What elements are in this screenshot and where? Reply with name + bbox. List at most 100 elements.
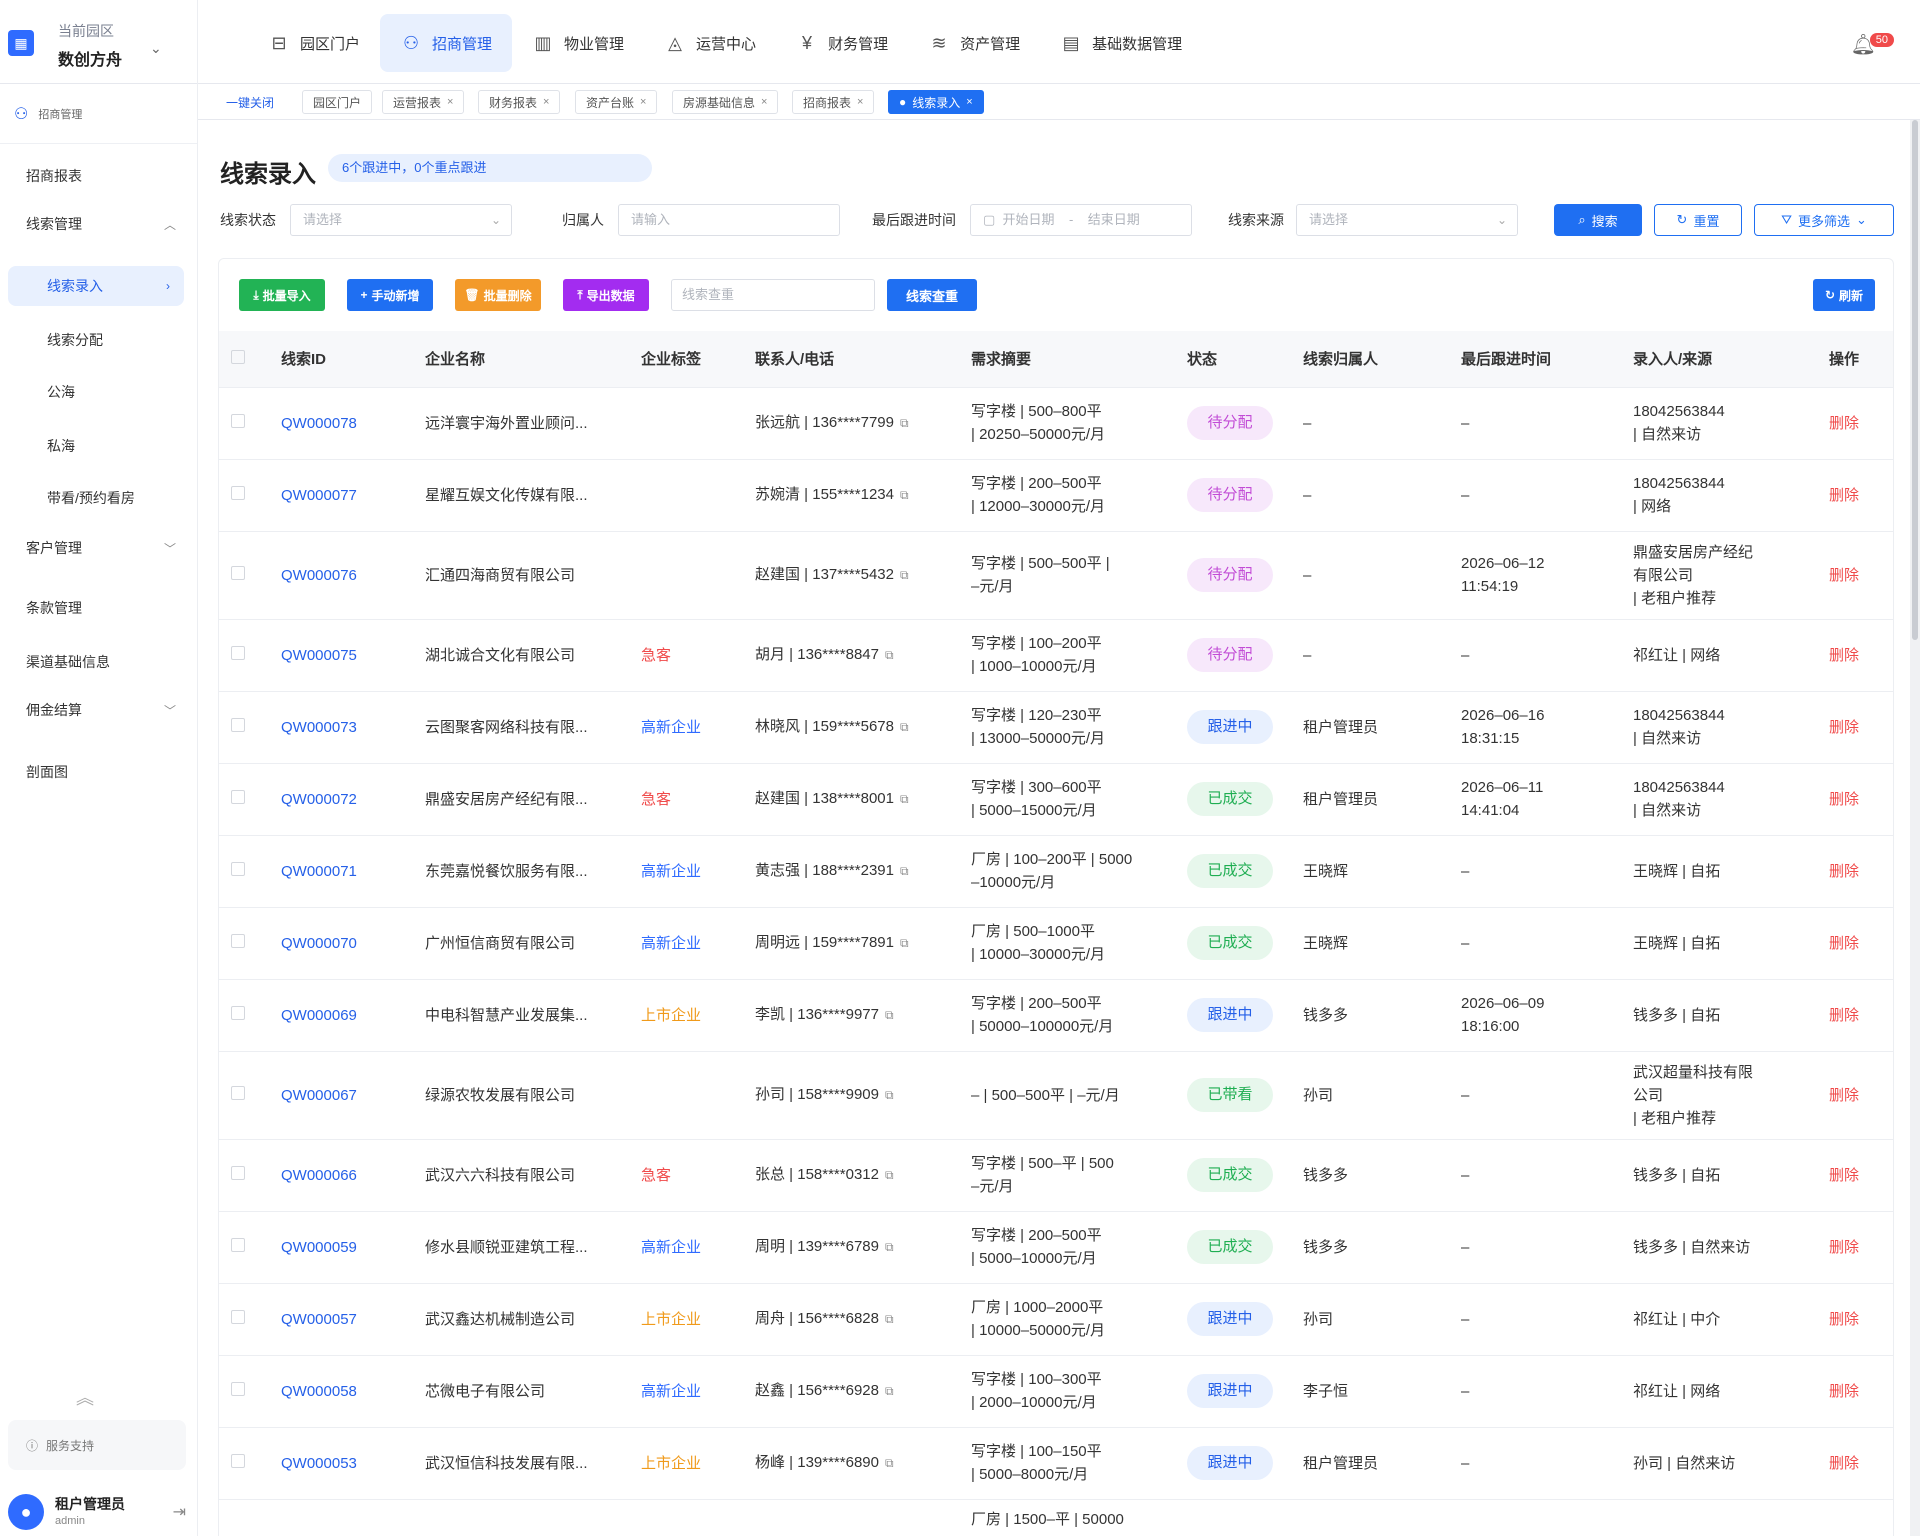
support-button[interactable]: ⓘ 服务支持 [8, 1420, 186, 1470]
lead-id-link[interactable]: QW000058 [281, 1383, 357, 1400]
copy-icon[interactable]: ⧉ [900, 568, 909, 582]
nav-item-portal[interactable]: ⊟ 园区门户 [248, 14, 380, 72]
tab-finance-report[interactable]: 财务报表 × [478, 90, 561, 114]
lead-id-link[interactable]: QW000073 [281, 719, 357, 736]
sidebar-item-lead-entry[interactable]: 线索录入 › [8, 266, 184, 306]
row-checkbox[interactable] [231, 1237, 245, 1252]
table-row[interactable]: QW000078 远洋寰宇海外置业顾问... 张远航 | 136****7799 ⧉ 写… [219, 387, 1893, 460]
table-row[interactable]: QW000070 广州恒信商贸有限公司 高新企业 周明远 | 159****7891 ⧉… [219, 907, 1893, 980]
table-row[interactable]: QW000076 汇通四海商贸有限公司 赵建国 | 137****5432 ⧉ 写字楼 … [219, 531, 1893, 620]
lead-id-link[interactable]: QW000071 [281, 863, 357, 880]
row-checkbox[interactable] [231, 565, 245, 580]
lead-id-link[interactable]: QW000075 [281, 647, 357, 664]
delete-link[interactable]: 删除 [1829, 1239, 1859, 1256]
copy-icon[interactable]: ⧉ [885, 1456, 894, 1470]
copy-icon[interactable]: ⧉ [885, 1088, 894, 1102]
select-all-checkbox[interactable] [231, 349, 245, 364]
copy-icon[interactable]: ⧉ [885, 1312, 894, 1326]
row-checkbox[interactable] [231, 485, 245, 500]
table-row[interactable]: QW000067 绿源农牧发展有限公司 孙司 | 158****9909 ⧉ – | 5… [219, 1051, 1893, 1140]
dedup-button[interactable]: 线索查重 [887, 279, 977, 311]
tab-asset-ledger[interactable]: 资产台账 × [575, 90, 658, 114]
copy-icon[interactable]: ⧉ [885, 1168, 894, 1182]
date-range-picker[interactable]: ▢ 开始日期 - 结束日期 [970, 204, 1192, 236]
export-button[interactable]: ⤒ 导出数据 [563, 279, 649, 311]
table-row[interactable]: QW000057 武汉鑫达机械制造公司 上市企业 周舟 | 156****6828 ⧉ 厂… [219, 1283, 1893, 1356]
lead-id-link[interactable]: QW000053 [281, 1455, 357, 1472]
close-icon[interactable]: × [640, 96, 646, 108]
table-row[interactable]: QW000077 星耀互娱文化传媒有限... 苏婉清 | 155****1234 ⧉ 写… [219, 459, 1893, 532]
sidebar-item-commission[interactable]: 佣金结算 ﹀ [0, 690, 198, 730]
table-row[interactable]: QW000066 武汉六六科技有限公司 急客 张总 | 158****0312 ⧉ 写字楼… [219, 1139, 1893, 1212]
lead-id-link[interactable]: QW000077 [281, 487, 357, 504]
lead-id-link[interactable]: QW000066 [281, 1167, 357, 1184]
copy-icon[interactable]: ⧉ [900, 864, 909, 878]
delete-link[interactable]: 删除 [1829, 567, 1859, 584]
close-icon[interactable]: × [761, 96, 767, 108]
copy-icon[interactable]: ⧉ [900, 792, 909, 806]
sidebar-item-investment-report[interactable]: 招商报表 [0, 156, 198, 196]
lead-id-link[interactable]: QW000070 [281, 935, 357, 952]
owner-input[interactable]: 请输入 [618, 204, 840, 236]
reset-button[interactable]: ↻ 重置 [1654, 204, 1742, 236]
scrollbar-thumb[interactable] [1912, 120, 1918, 640]
more-filters-button[interactable]: ⛛ 更多筛选 ⌄ [1754, 204, 1894, 236]
delete-link[interactable]: 删除 [1829, 1007, 1859, 1024]
copy-icon[interactable]: ⧉ [885, 1008, 894, 1022]
close-icon[interactable]: × [857, 96, 863, 108]
row-checkbox[interactable] [231, 789, 245, 804]
row-checkbox[interactable] [231, 1453, 245, 1468]
table-row[interactable]: QW000069 中电科智慧产业发展集... 上市企业 李凯 | 136****997… [219, 979, 1893, 1052]
batch-import-button[interactable]: ⤓ 批量导入 [239, 279, 325, 311]
sidebar-item-private-pool[interactable]: 私海 [0, 426, 198, 466]
table-row[interactable]: QW000075 湖北诚合文化有限公司 急客 胡月 | 136****8847 ⧉ 写字楼… [219, 619, 1893, 692]
copy-icon[interactable]: ⧉ [900, 488, 909, 502]
logout-icon[interactable]: ⇥ [173, 1502, 186, 1522]
delete-link[interactable]: 删除 [1829, 1455, 1859, 1472]
delete-link[interactable]: 删除 [1829, 863, 1859, 880]
status-select[interactable]: 请选择 ⌄ [290, 204, 512, 236]
row-checkbox[interactable] [231, 413, 245, 428]
lead-id-link[interactable]: QW000069 [281, 1007, 357, 1024]
row-checkbox[interactable] [231, 1309, 245, 1324]
nav-item-investment[interactable]: ⚇ 招商管理 [380, 14, 513, 72]
search-button[interactable]: ⌕ 搜索 [1554, 204, 1642, 236]
sidebar-item-channels[interactable]: 渠道基础信息 [0, 642, 198, 682]
row-checkbox[interactable] [231, 717, 245, 732]
tab-lead-entry[interactable]: ● 线索录入 × [888, 90, 984, 114]
delete-link[interactable]: 删除 [1829, 791, 1859, 808]
sidebar-item-customer[interactable]: 客户管理 ﹀ [0, 528, 198, 568]
park-switcher[interactable]: ▦ 当前园区 数创方舟 ⌄ [0, 0, 198, 84]
dedup-input[interactable]: 线索查重 [671, 279, 875, 311]
row-checkbox[interactable] [231, 933, 245, 948]
sidebar-item-section-view[interactable]: 剖面图 [0, 752, 198, 792]
row-checkbox[interactable] [231, 1381, 245, 1396]
sidebar-item-lead-management[interactable]: 线索管理 ︿ [0, 204, 198, 244]
lead-id-link[interactable]: QW000059 [281, 1239, 357, 1256]
nav-item-base-data[interactable]: ▤ 基础数据管理 [1040, 14, 1202, 72]
lead-id-link[interactable]: QW000076 [281, 567, 357, 584]
user-profile[interactable]: ● 租户管理员 admin ⇥ [0, 1488, 198, 1536]
table-row[interactable]: QW000073 云图聚客网络科技有限... 高新企业 林晓风 | 159****56… [219, 691, 1893, 764]
lead-id-link[interactable]: QW000067 [281, 1087, 357, 1104]
table-row[interactable]: QW000072 鼎盛安居房产经纪有限... 急客 赵建国 | 138****8001… [219, 763, 1893, 836]
nav-item-property[interactable]: ▥ 物业管理 [512, 14, 644, 72]
row-checkbox[interactable] [231, 1165, 245, 1180]
copy-icon[interactable]: ⧉ [885, 1240, 894, 1254]
copy-icon[interactable]: ⧉ [900, 720, 909, 734]
scrollbar[interactable] [1910, 120, 1920, 1536]
delete-link[interactable]: 删除 [1829, 487, 1859, 504]
close-all-tabs-button[interactable]: 一键关闭 [226, 94, 274, 111]
tab-ops-report[interactable]: 运营报表 × [382, 90, 465, 114]
row-checkbox[interactable] [231, 1005, 245, 1020]
delete-link[interactable]: 删除 [1829, 1383, 1859, 1400]
nav-item-assets[interactable]: ≋ 资产管理 [908, 14, 1040, 72]
copy-icon[interactable]: ⧉ [885, 1384, 894, 1398]
table-row[interactable]: QW000071 东莞嘉悦餐饮服务有限... 高新企业 黄志强 | 188****23… [219, 835, 1893, 908]
table-row[interactable]: QW000059 修水县顺锐亚建筑工程... 高新企业 周明 | 139****678… [219, 1211, 1893, 1284]
nav-item-operations[interactable]: ◬ 运营中心 [644, 14, 776, 72]
sidebar-item-terms[interactable]: 条款管理 [0, 588, 198, 628]
copy-icon[interactable]: ⧉ [900, 416, 909, 430]
nav-item-finance[interactable]: ¥ 财务管理 [776, 14, 908, 72]
refresh-button[interactable]: ↻ 刷新 [1813, 279, 1875, 311]
